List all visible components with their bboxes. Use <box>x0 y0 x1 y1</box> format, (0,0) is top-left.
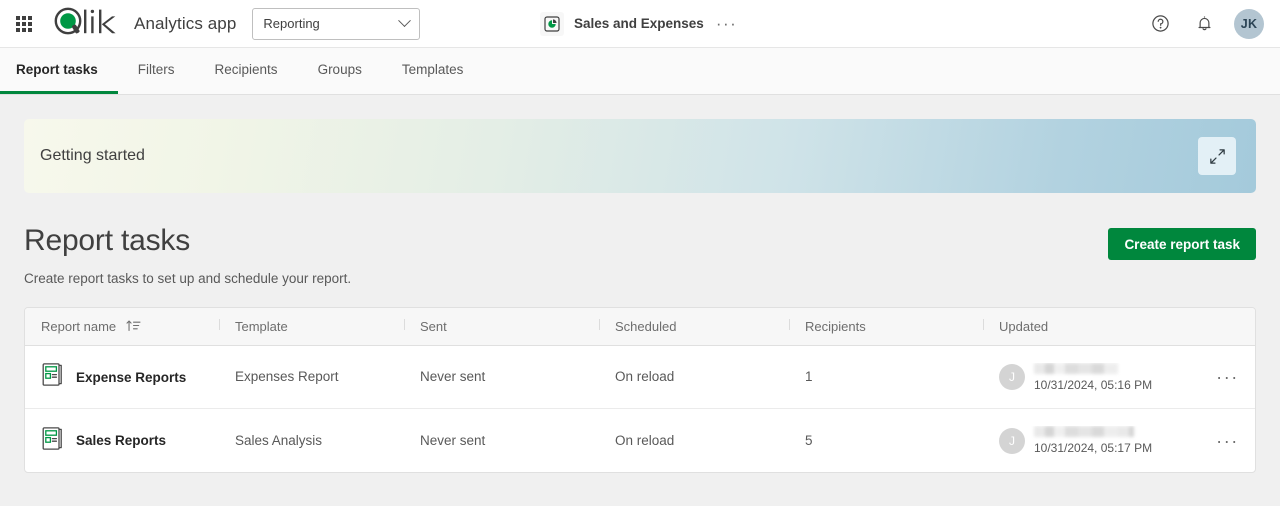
table-row[interactable]: Sales Reports Sales Analysis Never sent … <box>25 409 1255 472</box>
pie-chart-app-icon <box>540 11 564 36</box>
bell-icon[interactable] <box>1190 10 1218 38</box>
sent-label: Never sent <box>420 432 486 448</box>
report-name-label: Sales Reports <box>76 433 167 448</box>
tab-groups[interactable]: Groups <box>298 48 382 94</box>
cell-scheduled: On reload <box>599 368 789 386</box>
cell-actions: ··· <box>1180 431 1255 451</box>
report-name-label: Expense Reports <box>76 369 187 385</box>
apps-grid-icon <box>16 15 32 32</box>
document-more-menu-button[interactable]: ··· <box>716 15 737 32</box>
updated-by-avatar: J <box>999 364 1025 390</box>
recipients-count: 5 <box>805 432 813 448</box>
column-header-label: Report name <box>41 319 117 334</box>
tab-label: Templates <box>401 62 464 77</box>
document-breadcrumb: Sales and Expenses ··· <box>540 0 737 48</box>
cell-actions: ··· <box>1180 367 1255 387</box>
section-select-value: Reporting <box>263 16 320 31</box>
tab-label: Filters <box>137 62 175 77</box>
column-header-updated[interactable]: Updated <box>983 319 1180 334</box>
template-label: Expenses Report <box>235 369 339 384</box>
cell-sent: Never sent <box>404 432 599 450</box>
tab-report-tasks[interactable]: Report tasks <box>0 48 118 94</box>
cell-recipients: 1 <box>789 368 983 386</box>
report-document-icon <box>41 426 64 456</box>
section-tabs: Report tasks Filters Recipients Groups T… <box>0 48 1280 95</box>
getting-started-banner[interactable]: Getting started <box>24 119 1256 193</box>
tab-templates[interactable]: Templates <box>382 48 484 94</box>
tab-label: Groups <box>317 62 362 77</box>
page-header-text: Report tasks Create report tasks to set … <box>24 223 1108 286</box>
chevron-down-icon <box>398 14 412 28</box>
app-name-label: Analytics app <box>134 13 237 33</box>
tab-label: Report tasks <box>16 62 98 77</box>
banner-title: Getting started <box>40 147 145 164</box>
section-select[interactable]: Reporting <box>252 7 421 40</box>
column-header-scheduled[interactable]: Scheduled <box>599 319 789 334</box>
column-header-label: Scheduled <box>615 319 677 334</box>
app-launcher-button[interactable] <box>8 8 40 40</box>
cell-report-name: Expense Reports <box>25 362 219 392</box>
table-header-row: Report name Template Sent Scheduled Reci… <box>25 308 1255 346</box>
updated-by-avatar: J <box>999 427 1025 454</box>
column-header-report-name[interactable]: Report name <box>25 319 219 335</box>
expand-diagonal-icon[interactable] <box>1198 137 1236 175</box>
row-more-actions-button[interactable]: ··· <box>1212 431 1243 451</box>
avatar[interactable]: JK <box>1234 8 1264 39</box>
recipients-count: 1 <box>805 369 813 384</box>
column-header-sent[interactable]: Sent <box>404 319 599 334</box>
cell-report-name: Sales Reports <box>25 426 219 456</box>
updated-by-name-redacted <box>1034 426 1134 437</box>
qlik-logo[interactable] <box>50 6 122 41</box>
cell-updated: J 10/31/2024, 05:17 PM <box>983 426 1180 455</box>
page-header: Report tasks Create report tasks to set … <box>24 223 1256 286</box>
template-label: Sales Analysis <box>235 432 323 448</box>
header-actions: JK <box>1146 8 1264 39</box>
tab-label: Recipients <box>214 62 278 77</box>
help-circle-icon[interactable] <box>1146 10 1174 38</box>
updated-timestamp: 10/31/2024, 05:16 PM <box>1034 377 1153 392</box>
column-header-label: Recipients <box>805 319 866 334</box>
cell-scheduled: On reload <box>599 432 789 450</box>
top-header: Analytics app Reporting Sales and Expens… <box>0 0 1280 48</box>
document-title[interactable]: Sales and Expenses <box>574 16 704 31</box>
report-document-icon <box>41 362 64 392</box>
column-header-label: Sent <box>420 319 447 334</box>
sent-label: Never sent <box>420 369 486 384</box>
scheduled-label: On reload <box>615 432 675 448</box>
cell-template: Sales Analysis <box>219 432 404 450</box>
tab-recipients[interactable]: Recipients <box>195 48 298 94</box>
column-header-label: Template <box>235 319 288 334</box>
cell-template: Expenses Report <box>219 368 404 386</box>
column-header-template[interactable]: Template <box>219 319 404 334</box>
column-header-label: Updated <box>999 319 1049 334</box>
scheduled-label: On reload <box>615 369 675 384</box>
page-title: Report tasks <box>24 224 190 257</box>
column-header-recipients[interactable]: Recipients <box>789 319 983 334</box>
report-tasks-table: Report name Template Sent Scheduled Reci… <box>24 307 1256 473</box>
row-more-actions-button[interactable]: ··· <box>1212 367 1243 387</box>
updated-timestamp: 10/31/2024, 05:17 PM <box>1034 441 1153 455</box>
updated-by-name-redacted <box>1034 362 1118 374</box>
table-row[interactable]: Expense Reports Expenses Report Never se… <box>25 346 1255 409</box>
page-body: Getting started Report tasks Create repo… <box>0 119 1280 506</box>
cell-updated: J 10/31/2024, 05:16 PM <box>983 362 1180 392</box>
tab-filters[interactable]: Filters <box>118 48 195 94</box>
cell-sent: Never sent <box>404 368 599 386</box>
page-subtitle: Create report tasks to set up and schedu… <box>24 271 352 286</box>
cell-recipients: 5 <box>789 432 983 450</box>
create-report-task-button[interactable]: Create report task <box>1108 228 1256 260</box>
sort-ascending-icon[interactable] <box>126 319 141 335</box>
